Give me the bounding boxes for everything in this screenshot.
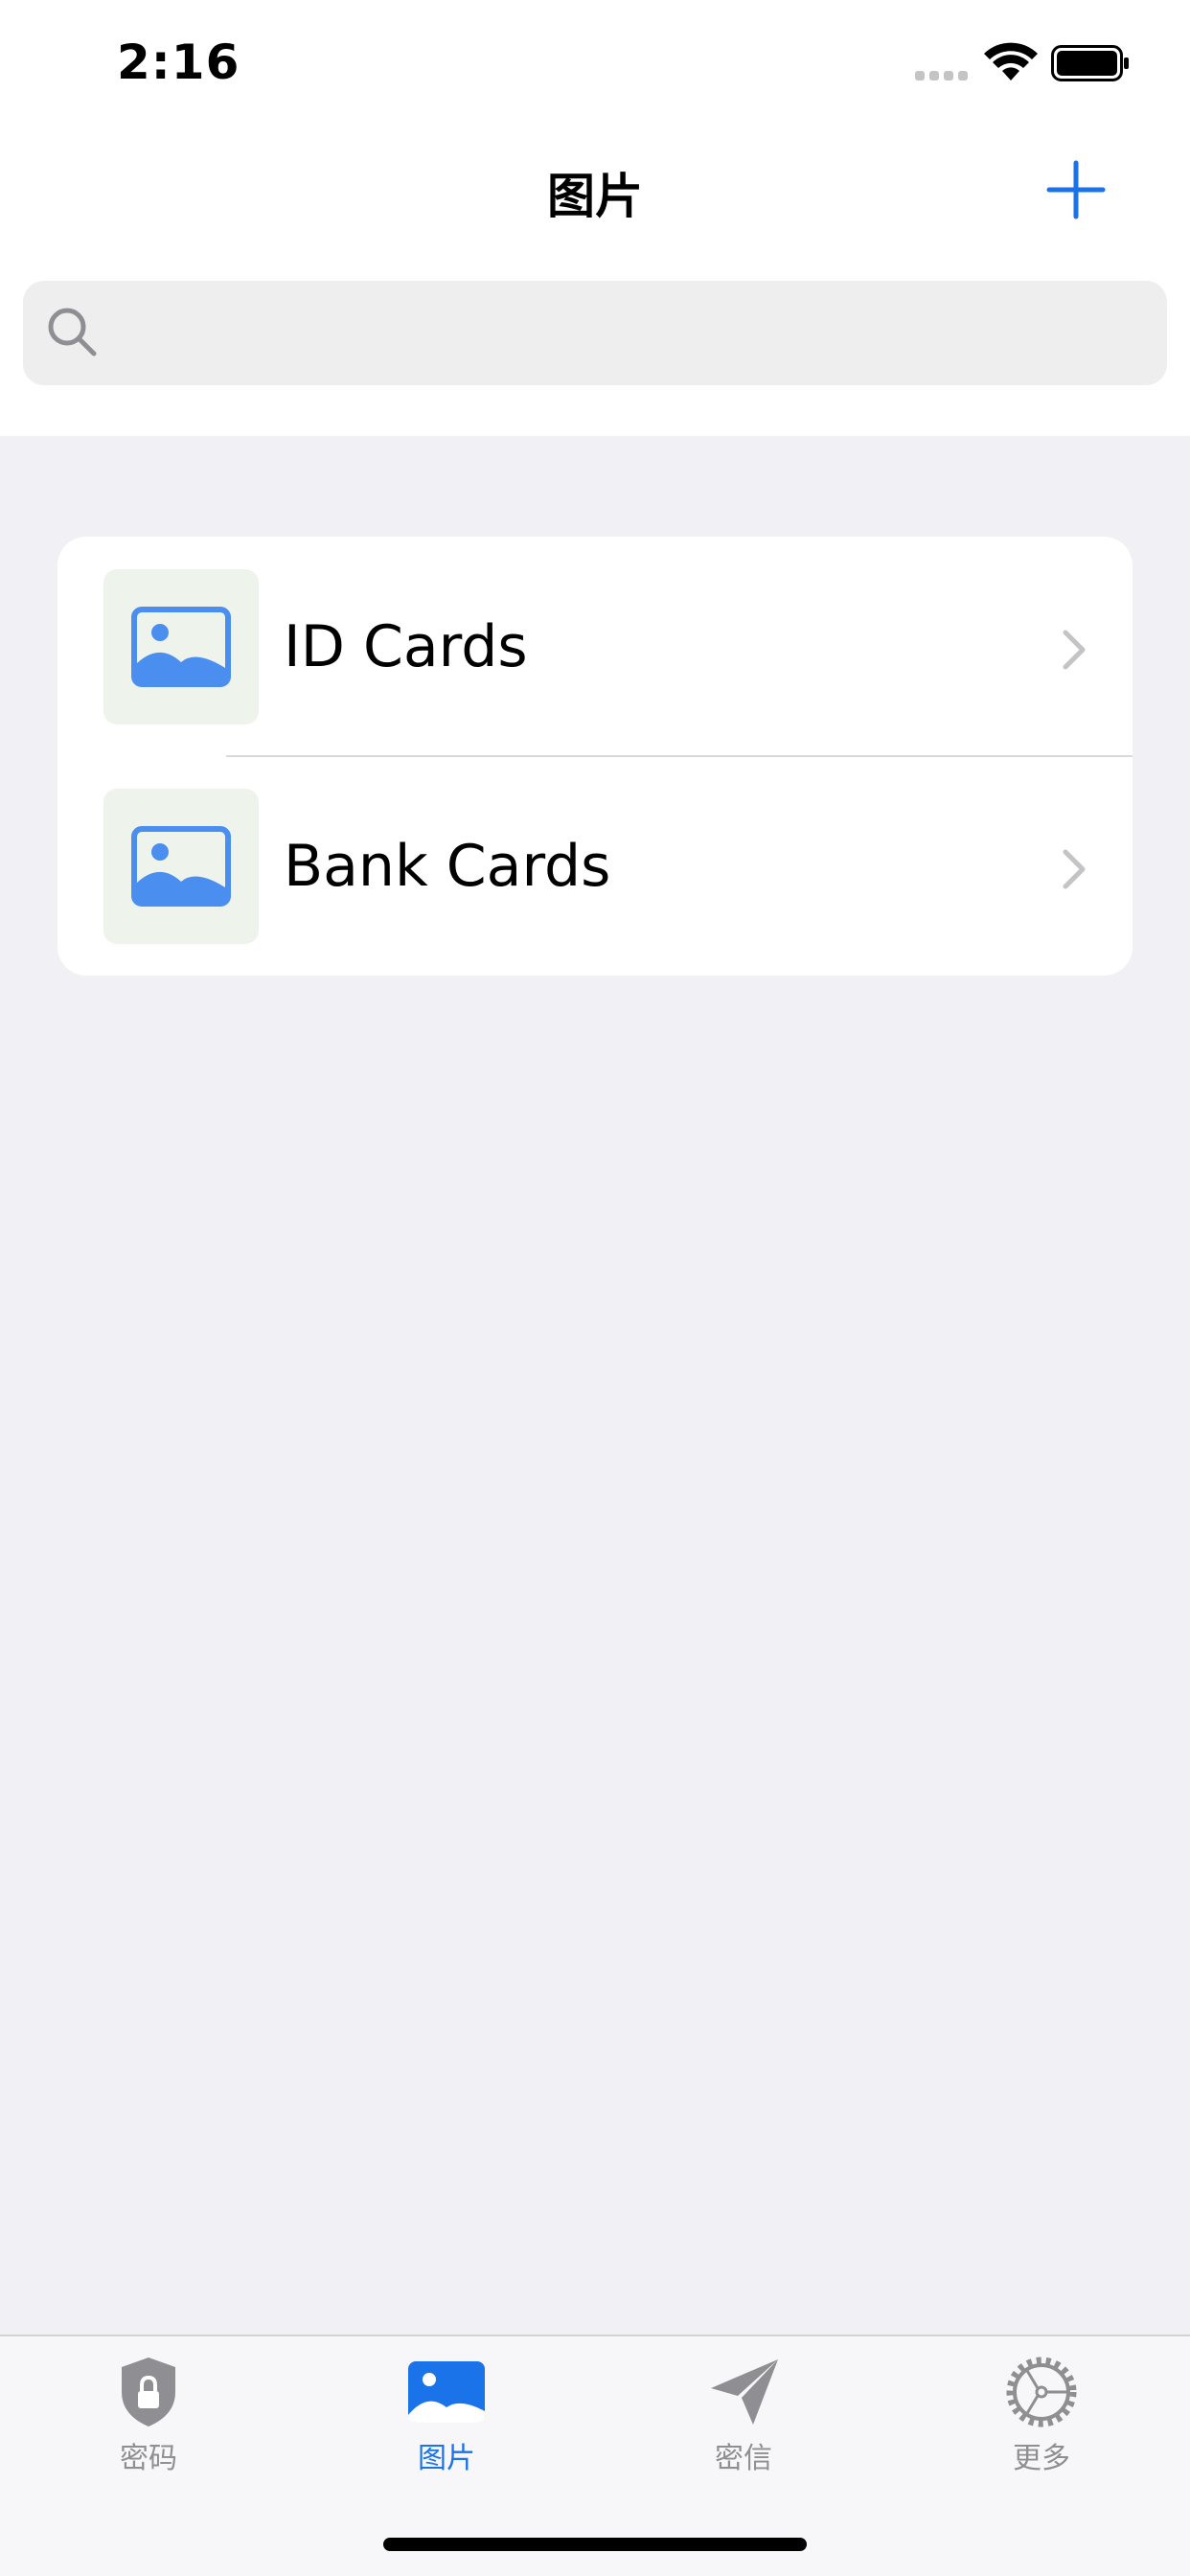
search-icon: [48, 308, 97, 356]
search-bar[interactable]: [23, 281, 1167, 385]
photo-icon: [131, 607, 231, 687]
shield-lock-icon: [122, 2358, 175, 2426]
home-indicator: [383, 2538, 807, 2551]
category-list: ID Cards Bank Cards: [57, 537, 1133, 976]
status-bar: 2:16: [0, 0, 1190, 129]
list-item-label: ID Cards: [284, 613, 528, 680]
gear-icon: [1006, 2357, 1077, 2427]
list-item-id-cards[interactable]: ID Cards: [57, 537, 1133, 757]
top-area: 2:16 图片: [0, 0, 1190, 436]
battery-icon: [1051, 45, 1129, 81]
thumbnail: [103, 789, 259, 944]
search-input[interactable]: [119, 281, 1144, 385]
tab-more[interactable]: 更多: [965, 2356, 1118, 2490]
thumbnail: [103, 569, 259, 724]
tab-label: 密码: [120, 2442, 177, 2475]
chevron-right-icon: [1063, 849, 1086, 889]
paper-plane-icon: [711, 2359, 778, 2425]
wifi-icon: [984, 42, 1038, 80]
tab-pictures[interactable]: 图片: [370, 2356, 523, 2490]
photo-icon: [131, 826, 231, 907]
chevron-right-icon: [1063, 630, 1086, 670]
cellular-signal-icon: [915, 71, 968, 80]
plus-icon: [1046, 160, 1106, 219]
tab-label: 密信: [715, 2442, 772, 2475]
tab-secret-messages[interactable]: 密信: [667, 2356, 820, 2490]
photo-icon: [408, 2361, 485, 2423]
list-item-label: Bank Cards: [284, 833, 611, 900]
tab-label: 更多: [1013, 2442, 1070, 2475]
tab-label: 图片: [418, 2442, 475, 2475]
page-title: 图片: [547, 169, 643, 224]
status-time: 2:16: [117, 34, 240, 90]
add-button[interactable]: [1044, 158, 1108, 221]
screen: 2:16 图片 ID Cards Bank Cards 密码 图片 密信 更多: [0, 0, 1190, 2576]
list-item-bank-cards[interactable]: Bank Cards: [57, 756, 1133, 975]
tab-passwords[interactable]: 密码: [72, 2356, 225, 2490]
navigation-bar: 图片: [0, 129, 1190, 249]
